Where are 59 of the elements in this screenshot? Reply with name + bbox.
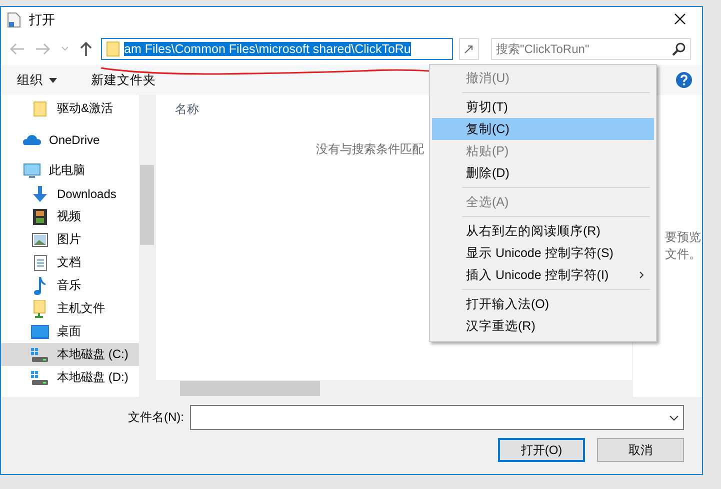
help-icon[interactable] xyxy=(676,72,692,88)
refresh-button[interactable] xyxy=(459,38,479,60)
monitor-icon xyxy=(23,162,41,178)
chevron-down-icon[interactable] xyxy=(669,414,679,420)
new-folder-button[interactable]: 新建文件夹 xyxy=(85,70,162,90)
picture-icon xyxy=(32,232,48,246)
left-arrow-icon xyxy=(9,42,25,56)
menu-item[interactable]: 打开输入法(O) xyxy=(432,293,654,315)
search-icon xyxy=(672,42,686,56)
filename-field[interactable] xyxy=(190,405,684,430)
sidebar-item[interactable]: 图片 xyxy=(1,228,139,251)
cloud-icon xyxy=(23,134,41,144)
menu-item[interactable]: 删除(D) xyxy=(432,162,654,184)
document-icon xyxy=(34,254,46,270)
organize-menu-button[interactable]: 组织 xyxy=(11,70,63,90)
address-field[interactable]: am Files\Common Files\microsoft shared\ClickToRu xyxy=(101,38,453,60)
menu-item[interactable]: 插入 Unicode 控制字符(I) xyxy=(432,264,654,286)
menu-item[interactable]: 汉字重选(R) xyxy=(432,315,654,337)
filename-label: 文件名(N): xyxy=(128,409,184,426)
caret-icon xyxy=(49,78,57,82)
sidebar-item[interactable]: 本地磁盘 (D:) xyxy=(1,366,139,389)
dialog-button[interactable]: 打开(O) xyxy=(498,438,585,462)
film-icon xyxy=(33,208,47,224)
shared-folder-icon xyxy=(33,300,47,318)
chevron-down-icon xyxy=(61,46,69,52)
sidebar-item[interactable]: 视频 xyxy=(1,205,139,228)
down-arrow-icon xyxy=(32,186,48,202)
scrollbar[interactable] xyxy=(139,95,155,397)
chevron-right-icon xyxy=(639,271,644,279)
folder-icon xyxy=(106,41,120,57)
sidebar-item[interactable]: Downloads xyxy=(1,182,139,205)
menu-item[interactable]: 复制(C) xyxy=(432,118,654,140)
diagonal-arrow-icon xyxy=(463,43,475,55)
preview-message: 文件。 xyxy=(665,246,702,263)
menu-item[interactable]: 从右到左的阅读顺序(R) xyxy=(432,220,654,242)
sidebar-item[interactable]: OneDrive xyxy=(1,128,139,151)
sidebar-item[interactable]: 此电脑 xyxy=(1,159,139,182)
folder-icon xyxy=(33,100,47,116)
sidebar-item[interactable]: 本地磁盘 (C:) xyxy=(1,343,139,366)
sidebar-item[interactable]: 主机文件 xyxy=(1,297,139,320)
app-icon xyxy=(7,12,21,28)
search-field[interactable]: 搜索"ClickToRun" xyxy=(491,38,691,60)
right-arrow-icon xyxy=(35,42,51,56)
sidebar-item[interactable]: 文档 xyxy=(1,251,139,274)
drive-icon xyxy=(31,348,49,362)
window-title: 打开 xyxy=(29,11,56,29)
dialog-button[interactable]: 取消 xyxy=(597,438,684,462)
desktop-icon xyxy=(31,324,49,338)
music-note-icon xyxy=(34,276,46,294)
drive-icon xyxy=(31,370,49,384)
sidebar-item[interactable]: 驱动&激活 xyxy=(1,97,139,120)
preview-message: 要预览 xyxy=(665,229,702,246)
menu-item[interactable]: 显示 Unicode 控制字符(S) xyxy=(432,242,654,264)
up-arrow-icon xyxy=(79,41,93,57)
empty-message: 没有与搜索条件匹配 xyxy=(316,141,424,158)
menu-item[interactable]: 剪切(T) xyxy=(432,96,654,118)
close-icon xyxy=(674,12,686,24)
sidebar-item[interactable]: 音乐 xyxy=(1,274,139,297)
sidebar-item[interactable]: 桌面 xyxy=(1,320,139,343)
